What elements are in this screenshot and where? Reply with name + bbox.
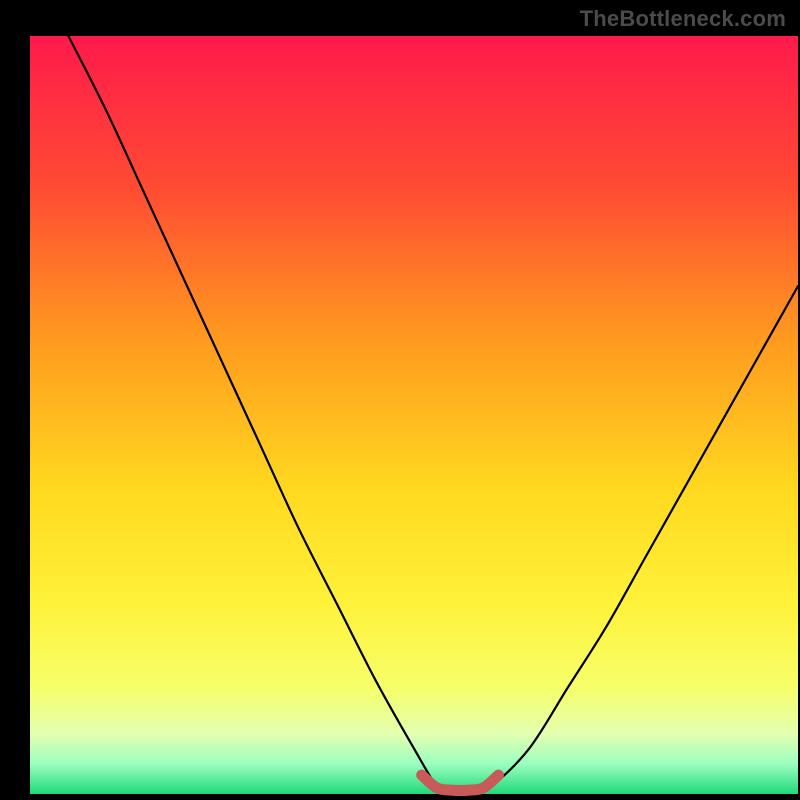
chart-frame: TheBottleneck.com xyxy=(0,0,800,800)
plot-background xyxy=(30,36,798,794)
bottleneck-chart xyxy=(0,0,800,800)
watermark-text: TheBottleneck.com xyxy=(580,6,786,32)
